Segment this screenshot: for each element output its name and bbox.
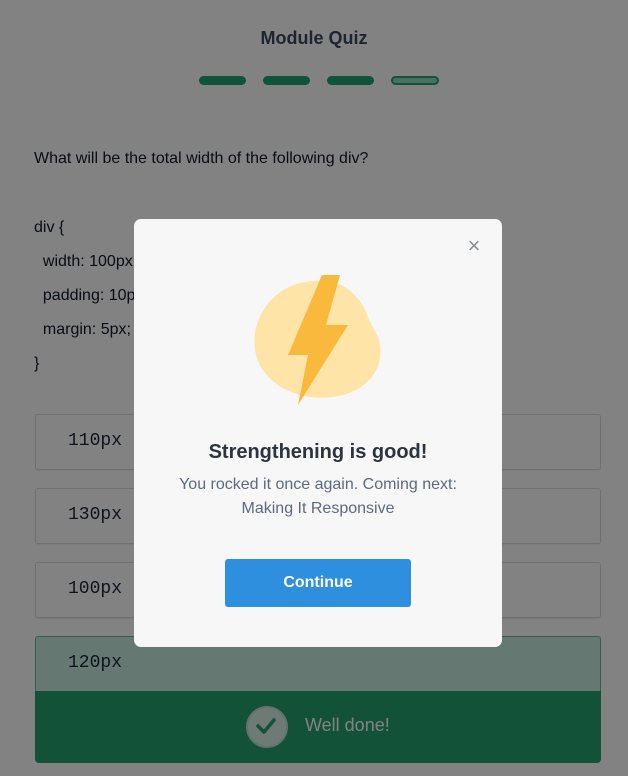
modal-subtitle: You rocked it once again. Coming next: M… bbox=[154, 473, 482, 521]
modal-title: Strengthening is good! bbox=[208, 441, 428, 463]
continue-button[interactable]: Continue bbox=[225, 559, 411, 607]
completion-modal: × Strengthening is good! You rocked it o… bbox=[134, 219, 502, 647]
modal-subtitle-line: You rocked it once again. Coming next: bbox=[179, 476, 457, 493]
close-icon[interactable]: × bbox=[465, 235, 483, 257]
lightning-bolt-icon bbox=[254, 275, 381, 405]
next-module-name: Making It Responsive bbox=[241, 500, 395, 517]
